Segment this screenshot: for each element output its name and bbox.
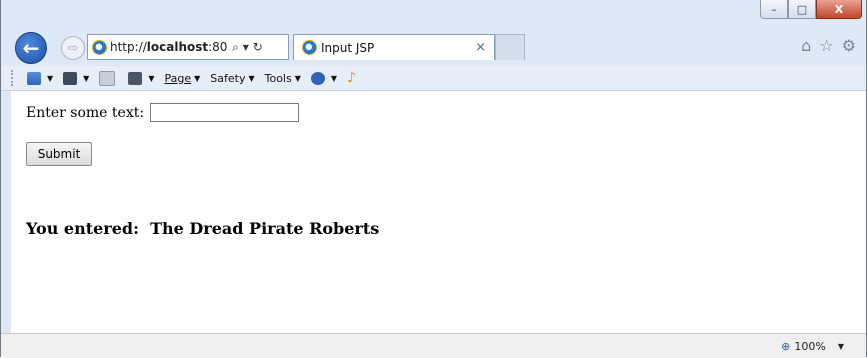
toolbar-grip[interactable] bbox=[11, 70, 17, 86]
url-text[interactable]: http://localhost:8080/I bbox=[110, 40, 228, 54]
read-mail-button[interactable] bbox=[99, 70, 118, 86]
close-window-button[interactable]: X bbox=[816, 0, 862, 19]
arrow-right-icon: ⇨ bbox=[67, 40, 79, 56]
zoom-control[interactable]: ⊕ 100% ▼ bbox=[781, 340, 844, 353]
chevron-down-icon: ▼ bbox=[294, 73, 301, 83]
url-protocol: http:// bbox=[110, 40, 147, 54]
url-path: :8080/I bbox=[208, 40, 228, 54]
text-entry-label: Enter some text: bbox=[26, 104, 145, 121]
page-menu-label: Page bbox=[164, 71, 192, 85]
address-row: ← ⇨ http://localhost:8080/I ⌕ ▾ ↻ Input … bbox=[1, 28, 866, 64]
browser-window: – □ X ← ⇨ http://localhost:8080/I ⌕ ▾ ↻ … bbox=[0, 0, 867, 358]
submit-button[interactable]: Submit bbox=[26, 142, 92, 166]
mail-icon bbox=[99, 70, 116, 86]
page-content: Enter some text: Submit You entered: The… bbox=[11, 91, 866, 333]
print-menu[interactable]: ▼ bbox=[128, 71, 155, 85]
browser-right-icons: ⌂ ☆ ⚙ bbox=[801, 36, 856, 55]
home-page-icon bbox=[27, 71, 41, 85]
result-value: The Dread Pirate Roberts bbox=[150, 219, 380, 238]
chevron-down-icon: ▼ bbox=[194, 73, 201, 83]
ie-page-icon bbox=[92, 39, 107, 55]
address-bar[interactable]: http://localhost:8080/I ⌕ ▾ ↻ bbox=[87, 34, 289, 60]
research-button[interactable]: ♪ bbox=[347, 70, 356, 86]
favorites-star-icon[interactable]: ☆ bbox=[819, 36, 833, 55]
arrow-left-icon: ← bbox=[22, 36, 40, 60]
search-icon[interactable]: ⌕ bbox=[232, 40, 239, 55]
minimize-button[interactable]: – bbox=[760, 0, 788, 19]
result-line: You entered: The Dread Pirate Roberts bbox=[26, 219, 379, 238]
maximize-button[interactable]: □ bbox=[788, 0, 816, 19]
home-icon[interactable]: ⌂ bbox=[801, 36, 811, 55]
dropdown-icon[interactable]: ▾ bbox=[243, 40, 249, 54]
url-host: localhost bbox=[146, 40, 209, 54]
zoom-icon: ⊕ bbox=[781, 340, 791, 353]
help-menu[interactable]: ▼ bbox=[310, 71, 338, 85]
settings-gear-icon[interactable]: ⚙ bbox=[842, 36, 856, 55]
chevron-down-icon: ▼ bbox=[47, 73, 54, 83]
page-menu[interactable]: Page ▼ bbox=[164, 72, 200, 85]
safety-menu[interactable]: Safety ▼ bbox=[210, 72, 254, 85]
tab-input-jsp[interactable]: Input JSP × bbox=[293, 34, 495, 60]
home-menu[interactable]: ▼ bbox=[27, 71, 54, 85]
feeds-menu[interactable]: ▼ bbox=[63, 71, 90, 85]
result-label: You entered: bbox=[26, 219, 139, 238]
safety-menu-label: Safety bbox=[210, 71, 246, 85]
help-icon bbox=[310, 71, 325, 85]
close-tab-icon[interactable]: × bbox=[475, 40, 486, 55]
print-icon bbox=[128, 71, 143, 85]
new-tab-button[interactable] bbox=[495, 34, 525, 60]
text-entry-field[interactable] bbox=[150, 103, 300, 122]
status-bar: ⊕ 100% ▼ bbox=[1, 333, 866, 358]
chevron-down-icon: ▼ bbox=[248, 73, 255, 83]
text-entry-row: Enter some text: bbox=[26, 103, 300, 122]
feeds-icon bbox=[63, 71, 78, 85]
research-icon: ♪ bbox=[347, 70, 356, 86]
forward-button[interactable]: ⇨ bbox=[61, 36, 85, 60]
window-controls: – □ X bbox=[760, 0, 862, 20]
tools-menu-label: Tools bbox=[264, 71, 292, 85]
chevron-down-icon: ▼ bbox=[83, 73, 90, 83]
chevron-down-icon: ▼ bbox=[330, 73, 338, 83]
ie-tab-icon bbox=[302, 40, 317, 55]
command-bar: ▼ ▼ ▼ Page ▼ Safety ▼ Tools ▼ ▼ ♪ bbox=[1, 66, 866, 91]
chevron-down-icon: ▼ bbox=[837, 342, 844, 351]
zoom-level: 100% bbox=[794, 340, 826, 353]
chevron-down-icon: ▼ bbox=[148, 73, 155, 83]
back-button[interactable]: ← bbox=[15, 32, 47, 64]
tools-menu[interactable]: Tools ▼ bbox=[265, 72, 301, 85]
refresh-icon[interactable]: ↻ bbox=[253, 40, 263, 54]
tab-title: Input JSP bbox=[321, 40, 375, 55]
